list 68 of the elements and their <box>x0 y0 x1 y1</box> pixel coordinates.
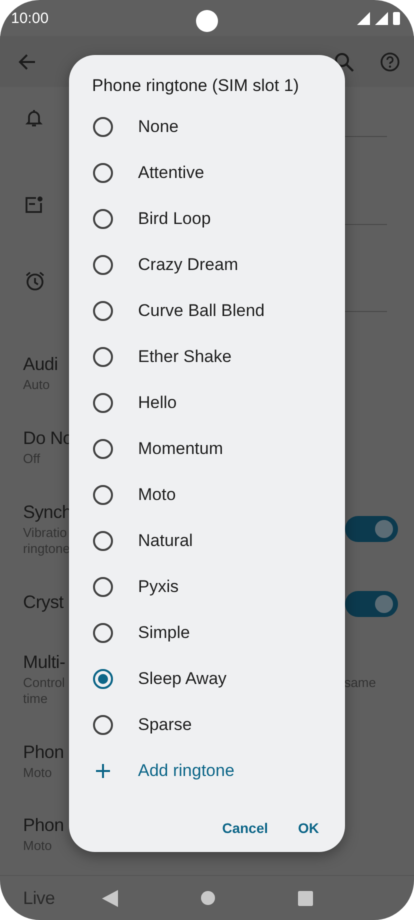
radio-button[interactable] <box>93 117 113 137</box>
option-label: Moto <box>138 485 176 505</box>
signal-icon <box>375 12 388 24</box>
radio-button[interactable] <box>93 255 113 275</box>
ringtone-option[interactable]: Hello <box>69 380 345 426</box>
radio-button[interactable] <box>93 209 113 229</box>
alarm-clock-icon <box>24 270 46 292</box>
option-label: Simple <box>138 623 190 643</box>
option-label: Hello <box>138 393 177 413</box>
ringtone-option[interactable]: Pyxis <box>69 564 345 610</box>
plus-icon <box>93 761 113 781</box>
option-label: Momentum <box>138 439 224 459</box>
camera-cutout <box>196 10 218 32</box>
setting-title: Multi- <box>23 651 66 674</box>
help-icon[interactable] <box>380 52 400 72</box>
radio-button[interactable] <box>93 393 113 413</box>
ringtone-option[interactable]: None <box>69 104 345 150</box>
option-label: None <box>138 117 179 137</box>
battery-icon <box>393 12 400 24</box>
recents-nav-icon[interactable] <box>298 890 312 906</box>
add-ringtone-link[interactable]: Add ringtone <box>69 748 345 794</box>
radio-button[interactable] <box>93 301 113 321</box>
radio-button[interactable] <box>93 577 113 597</box>
toggle-switch[interactable] <box>345 591 398 617</box>
option-label: Crazy Dream <box>138 255 238 275</box>
cancel-button[interactable]: Cancel <box>216 814 274 842</box>
setting-title: Cryst <box>23 591 64 614</box>
notification-box-icon <box>24 195 44 215</box>
ringtone-option[interactable]: Sleep Away <box>69 656 345 702</box>
status-time: 10:00 <box>11 10 49 26</box>
bell-icon <box>24 108 44 128</box>
home-nav-icon[interactable] <box>200 891 214 905</box>
ringtone-option[interactable]: Momentum <box>69 426 345 472</box>
ringtone-option[interactable]: Curve Ball Blend <box>69 288 345 334</box>
option-label: Sleep Away <box>138 669 227 689</box>
option-label: Pyxis <box>138 577 179 597</box>
radio-button[interactable] <box>93 623 113 643</box>
radio-button[interactable] <box>93 531 113 551</box>
option-label: Sparse <box>138 715 192 735</box>
setting-title: Audi <box>23 353 58 376</box>
option-label: Attentive <box>138 163 204 183</box>
ringtone-option[interactable]: Moto <box>69 472 345 518</box>
ringtone-option[interactable]: Attentive <box>69 150 345 196</box>
search-icon[interactable] <box>334 52 354 72</box>
signal-icon <box>357 12 370 24</box>
ok-button[interactable]: OK <box>292 814 325 842</box>
ringtone-option[interactable]: Bird Loop <box>69 196 345 242</box>
option-label: Ether Shake <box>138 347 232 367</box>
ringtone-option[interactable]: Simple <box>69 610 345 656</box>
radio-button[interactable] <box>93 439 113 459</box>
back-arrow-icon[interactable] <box>17 52 37 72</box>
setting-title: Phon <box>23 741 64 764</box>
option-label: Bird Loop <box>138 209 211 229</box>
ringtone-option[interactable]: Natural <box>69 518 345 564</box>
ringtone-option[interactable]: Sparse <box>69 702 345 748</box>
option-label: Curve Ball Blend <box>138 301 265 321</box>
radio-button[interactable] <box>93 715 113 735</box>
radio-button[interactable] <box>93 485 113 505</box>
toggle-switch[interactable] <box>345 516 398 542</box>
back-nav-icon[interactable] <box>102 890 118 906</box>
radio-button[interactable] <box>93 163 113 183</box>
radio-button[interactable] <box>93 669 113 689</box>
option-label: Natural <box>138 531 193 551</box>
ringtone-option[interactable]: Crazy Dream <box>69 242 345 288</box>
ringtone-option[interactable]: Ether Shake <box>69 334 345 380</box>
radio-button[interactable] <box>93 347 113 367</box>
setting-title: Phon <box>23 814 64 837</box>
add-ringtone-label: Add ringtone <box>138 761 234 781</box>
